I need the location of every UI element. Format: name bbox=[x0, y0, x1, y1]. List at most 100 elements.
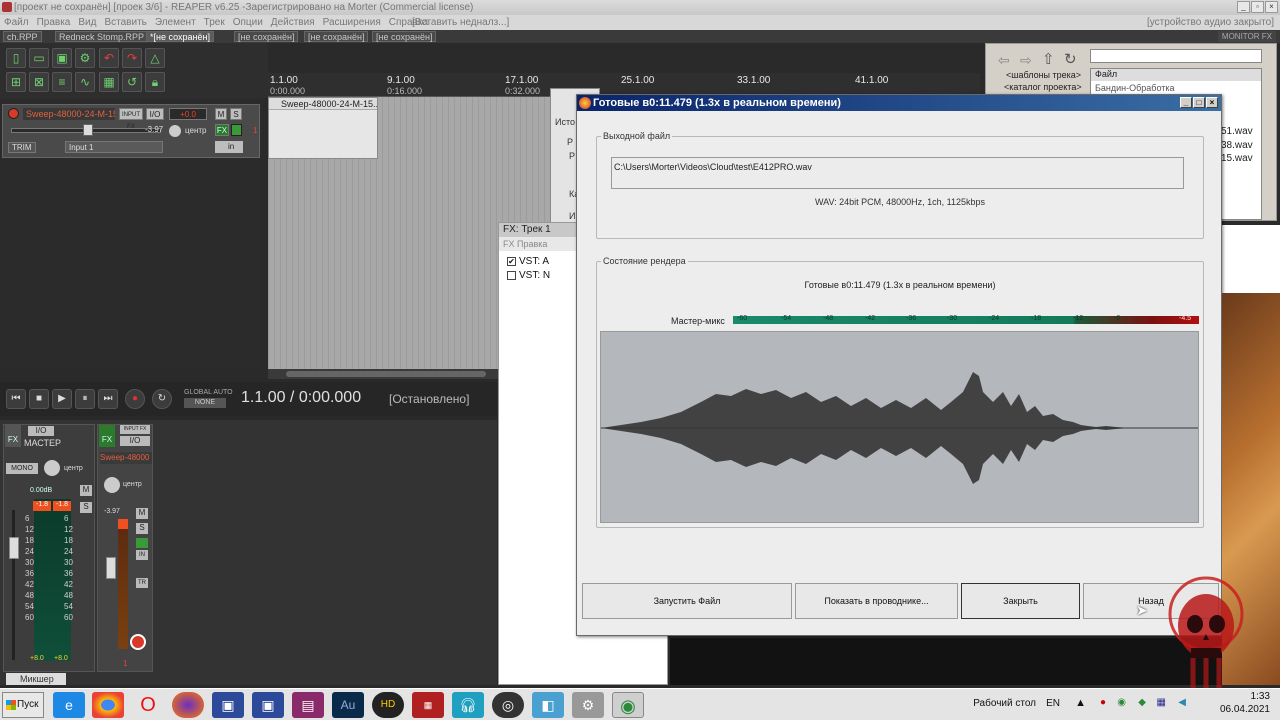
close-icon[interactable]: × bbox=[1265, 1, 1278, 13]
menu-track[interactable]: Трек bbox=[200, 15, 229, 30]
master-io-button[interactable]: I/O bbox=[28, 426, 54, 436]
hd-icon[interactable]: HD bbox=[372, 692, 404, 718]
output-path-field[interactable]: C:\Users\Morter\Videos\Cloud\test\E412PR… bbox=[611, 157, 1184, 189]
horizontal-scrollbar[interactable] bbox=[268, 369, 498, 379]
go-to-end-icon[interactable]: ⏭ bbox=[98, 389, 118, 409]
reaper-icon[interactable]: ◉ bbox=[612, 692, 644, 718]
media-item[interactable]: Sweep-48000-24-M-15... bbox=[268, 97, 378, 159]
ripple-icon[interactable]: ≡ bbox=[52, 72, 72, 92]
menu-actions[interactable]: Действия bbox=[267, 15, 319, 30]
file-item[interactable]: 51.wav bbox=[1221, 126, 1253, 137]
clock-date[interactable]: 06.04.2021 bbox=[1220, 704, 1270, 715]
master-solo-button[interactable]: S bbox=[80, 502, 92, 513]
tray-reaper-icon[interactable]: ◉ bbox=[1117, 697, 1126, 708]
strip-in-button[interactable]: IN bbox=[136, 550, 148, 560]
folder-item[interactable]: Бандин-Обработка bbox=[1095, 83, 1175, 93]
ie-icon[interactable]: e bbox=[53, 692, 85, 718]
strip-fader-handle[interactable] bbox=[106, 557, 116, 579]
record-arm-icon[interactable] bbox=[8, 108, 19, 119]
menu-view[interactable]: Вид bbox=[74, 15, 100, 30]
volume-fader-handle[interactable] bbox=[83, 124, 93, 136]
fx-menu-edit[interactable]: Правка bbox=[517, 239, 547, 249]
strip-fx-button[interactable]: FX bbox=[99, 425, 115, 447]
time-position[interactable]: 1.1.00 / 0:00.000 bbox=[241, 389, 361, 407]
track-row[interactable]: Sweep-48000-24-M-15 INPUT FX I/O +0.0 M … bbox=[2, 104, 260, 158]
project-settings-icon[interactable]: ⚙ bbox=[75, 48, 95, 68]
close-icon[interactable]: × bbox=[1206, 97, 1218, 108]
project-tab[interactable]: [не сохранён] bbox=[234, 31, 299, 42]
opera-icon[interactable]: O bbox=[132, 692, 164, 718]
undo-icon[interactable]: ↶ bbox=[99, 48, 119, 68]
monitor-fx-button[interactable]: MONITOR FX bbox=[1217, 31, 1276, 42]
strip-io-button[interactable]: I/O bbox=[120, 436, 150, 446]
master-fx-button[interactable]: FX bbox=[5, 425, 21, 447]
mixer-tab[interactable]: Микшер bbox=[6, 673, 66, 685]
fx-menu-fx[interactable]: FX bbox=[503, 239, 515, 249]
amt-icon[interactable]: ▦ bbox=[412, 692, 444, 718]
master-fader-track[interactable] bbox=[12, 510, 15, 660]
loop-icon[interactable]: ↺ bbox=[122, 72, 142, 92]
master-fader-handle[interactable] bbox=[9, 537, 19, 559]
close-button[interactable]: Закрыть bbox=[961, 583, 1080, 619]
file-column-header[interactable]: Файл bbox=[1091, 69, 1261, 81]
save-icon[interactable]: ▣ bbox=[212, 692, 244, 718]
forward-icon[interactable]: ⇨ bbox=[1020, 52, 1032, 69]
maximize-icon[interactable]: □ bbox=[1193, 97, 1205, 108]
folder-icon[interactable]: ◧ bbox=[532, 692, 564, 718]
audition-icon[interactable]: Au bbox=[332, 692, 364, 718]
fx-list-item[interactable]: VST: N bbox=[507, 270, 550, 281]
new-project-icon[interactable]: ▯ bbox=[6, 48, 26, 68]
start-button[interactable]: Пуск bbox=[2, 692, 44, 718]
strip-fx-bypass-icon[interactable] bbox=[136, 538, 148, 548]
strip-tr-button[interactable]: TR bbox=[136, 578, 148, 588]
menu-item[interactable]: Элемент bbox=[151, 15, 200, 30]
menu-extensions[interactable]: Расширения bbox=[319, 15, 385, 30]
fx-list-item[interactable]: ✔ VST: A bbox=[507, 256, 549, 267]
go-to-start-icon[interactable]: ⏮ bbox=[6, 389, 26, 409]
menu-file[interactable]: Файл bbox=[0, 15, 33, 30]
up-folder-icon[interactable]: ⇧ bbox=[1042, 50, 1055, 68]
path-input[interactable] bbox=[1090, 49, 1262, 63]
scrollbar-thumb[interactable] bbox=[286, 371, 486, 377]
strip-track-name[interactable]: Sweep-48000 bbox=[100, 452, 152, 464]
project-tab[interactable]: ch.RPP bbox=[3, 31, 42, 42]
stop-icon[interactable]: ■ bbox=[29, 389, 49, 409]
master-pan-knob-icon[interactable] bbox=[44, 460, 60, 476]
solo-button[interactable]: S bbox=[230, 108, 242, 120]
automation-mode-select[interactable]: NONE bbox=[184, 398, 226, 408]
play-icon[interactable]: ▶ bbox=[52, 389, 72, 409]
open-project-icon[interactable]: ▭ bbox=[29, 48, 49, 68]
refresh-icon[interactable]: ↻ bbox=[1064, 50, 1077, 68]
tray-shield-icon[interactable]: ◆ bbox=[1138, 697, 1146, 708]
io-button[interactable]: I/O bbox=[146, 108, 164, 120]
monitor-input-button[interactable]: in bbox=[215, 141, 243, 153]
save-project-icon[interactable]: ▣ bbox=[52, 48, 72, 68]
strip-pan-knob-icon[interactable] bbox=[104, 477, 120, 493]
input-fx-button[interactable]: INPUT FX bbox=[119, 108, 143, 130]
firefox-icon[interactable] bbox=[172, 692, 204, 718]
tray-volume-icon[interactable]: ◀ bbox=[1178, 697, 1186, 708]
restore-icon[interactable]: ▫ bbox=[1251, 1, 1264, 13]
menu-recent-insert[interactable]: [Вставить недналз...] bbox=[412, 15, 509, 30]
snap-icon[interactable]: ⊠ bbox=[29, 72, 49, 92]
strip-record-arm-icon[interactable] bbox=[130, 634, 146, 650]
project-tab-active[interactable]: *[не сохранён] bbox=[146, 31, 214, 42]
redo-icon[interactable]: ↷ bbox=[122, 48, 142, 68]
pan-knob-icon[interactable] bbox=[169, 125, 181, 137]
fx-bypass-icon[interactable] bbox=[231, 124, 242, 136]
project-tab[interactable]: Redneck Stomp.RPP bbox=[55, 31, 149, 42]
language-indicator[interactable]: EN bbox=[1046, 698, 1060, 709]
chrome-icon[interactable] bbox=[92, 692, 124, 718]
headphones-icon[interactable]: 🎧︎ bbox=[452, 692, 484, 718]
back-icon[interactable]: ⇦ bbox=[998, 52, 1010, 69]
file-item[interactable]: 38.wav bbox=[1221, 140, 1253, 151]
trim-button[interactable]: TRIM bbox=[8, 142, 36, 153]
pause-icon[interactable]: ⏸ bbox=[75, 389, 95, 409]
tray-network-icon[interactable]: ▦ bbox=[1157, 697, 1166, 708]
master-mute-button[interactable]: M bbox=[80, 485, 92, 496]
project-tab[interactable]: [не сохранён] bbox=[372, 31, 437, 42]
audio-device-status[interactable]: [устройство аудио закрыто] bbox=[1147, 15, 1274, 30]
minimize-icon[interactable]: _ bbox=[1180, 97, 1192, 108]
launch-file-button[interactable]: Запустить Файл bbox=[582, 583, 792, 619]
file-item[interactable]: 15.wav bbox=[1221, 153, 1253, 164]
